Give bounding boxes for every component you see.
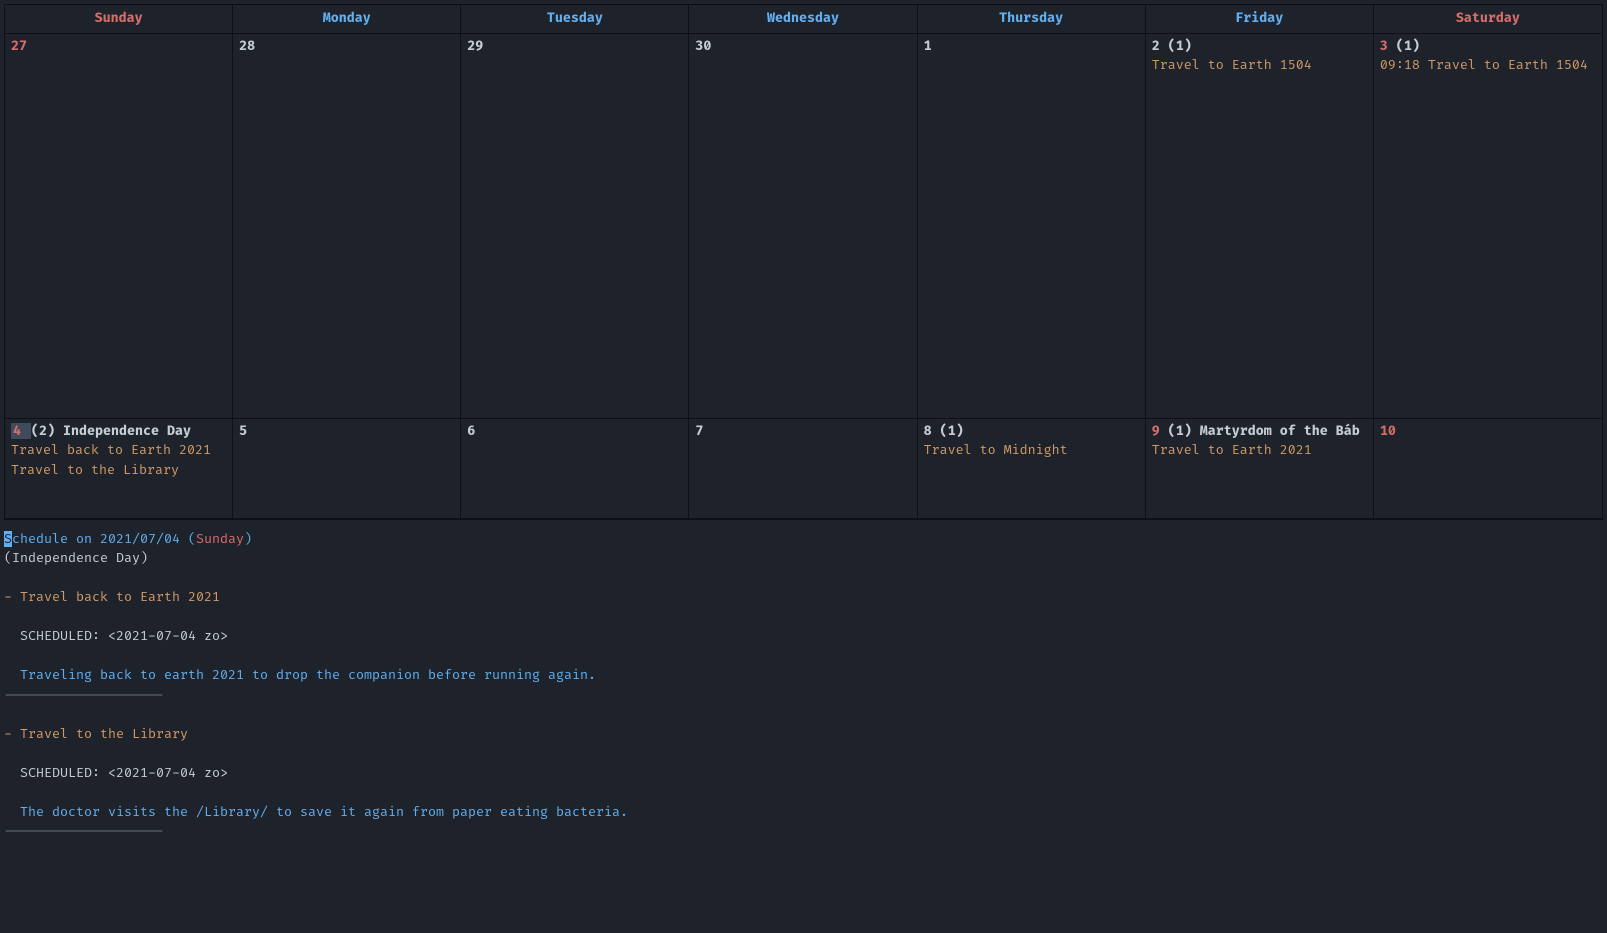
calendar-header-friday: Friday: [1146, 5, 1374, 33]
day-header-line: 2 (1): [1152, 37, 1367, 57]
calendar-header-sunday: Sunday: [5, 5, 233, 33]
calendar-header-saturday: Saturday: [1374, 5, 1602, 33]
day-header-line: 30: [695, 37, 910, 57]
calendar-day-cell[interactable]: 9 (1) Martyrdom of the BábTravel to Eart…: [1146, 419, 1374, 519]
calendar-header-wednesday: Wednesday: [689, 5, 917, 33]
event-count: (1): [940, 423, 964, 439]
calendar-day-cell[interactable]: 27: [5, 34, 233, 419]
schedule-item-scheduled: SCHEDULED: <2021-07-04 zo>: [4, 764, 1603, 784]
calendar-day-cell[interactable]: 7: [689, 419, 917, 519]
event-count: (2): [31, 423, 55, 439]
event-count: (1): [1396, 38, 1420, 54]
day-number: 8: [924, 423, 932, 439]
calendar-day-cell[interactable]: 5: [233, 419, 461, 519]
calendar-grid: SundayMondayTuesdayWednesdayThursdayFrid…: [4, 4, 1603, 520]
day-number: 28: [239, 38, 255, 54]
cursor: S: [4, 531, 12, 547]
day-header-line: 9 (1) Martyrdom of the Báb: [1152, 422, 1367, 442]
calendar-day-cell[interactable]: 28: [233, 34, 461, 419]
day-header-line: 3 (1): [1380, 37, 1596, 57]
calendar-day-cell[interactable]: 4 (2) Independence DayTravel back to Ear…: [5, 419, 233, 519]
calendar-day-cell[interactable]: 6: [461, 419, 689, 519]
day-header-line: 10: [1380, 422, 1596, 442]
event-count: (1): [1168, 38, 1192, 54]
holiday-label: Independence Day: [63, 423, 191, 439]
day-number: 27: [11, 38, 27, 54]
day-number: 1: [924, 38, 932, 54]
calendar-header-monday: Monday: [233, 5, 461, 33]
day-header-line: 4 (2) Independence Day: [11, 422, 226, 442]
schedule-panel: Schedule on 2021/07/04 (Sunday) (Indepen…: [0, 524, 1607, 848]
day-number: 29: [467, 38, 483, 54]
schedule-title: Schedule on 2021/07/04 (Sunday): [4, 530, 1603, 550]
calendar-header-tuesday: Tuesday: [461, 5, 689, 33]
day-number: 30: [695, 38, 711, 54]
day-header-line: 6: [467, 422, 682, 442]
calendar-event[interactable]: Travel to Earth 2021: [1152, 441, 1367, 461]
schedule-item-body: The doctor visits the /Library/ to save …: [4, 803, 1603, 823]
day-header-line: 7: [695, 422, 910, 442]
calendar-header-thursday: Thursday: [918, 5, 1146, 33]
calendar-event[interactable]: Travel back to Earth 2021: [11, 441, 226, 461]
day-header-line: 5: [239, 422, 454, 442]
calendar-row: 4 (2) Independence DayTravel back to Ear…: [5, 419, 1602, 519]
calendar-event[interactable]: Travel to Earth 1504: [1152, 56, 1367, 76]
day-number: 9: [1152, 423, 1160, 439]
day-header-line: 29: [467, 37, 682, 57]
calendar-event[interactable]: Travel to the Library: [11, 461, 226, 481]
day-header-line: 8 (1): [924, 422, 1139, 442]
holiday-label: Martyrdom of the Báb: [1200, 423, 1360, 439]
day-header-line: 28: [239, 37, 454, 57]
day-number: 10: [1380, 423, 1396, 439]
calendar-event[interactable]: Travel to Midnight: [924, 441, 1139, 461]
calendar-day-cell[interactable]: 2 (1)Travel to Earth 1504: [1146, 34, 1374, 419]
day-number: 6: [467, 423, 475, 439]
calendar-body: 2728293012 (1)Travel to Earth 15043 (1)0…: [5, 34, 1602, 519]
schedule-items: - Travel back to Earth 2021 SCHEDULED: <…: [4, 569, 1603, 842]
day-number: 2: [1152, 38, 1160, 54]
calendar-event[interactable]: 09:18 Travel to Earth 1504: [1380, 56, 1596, 76]
day-header-line: 27: [11, 37, 226, 57]
calendar-day-cell[interactable]: 30: [689, 34, 917, 419]
schedule-item-body: Traveling back to earth 2021 to drop the…: [4, 666, 1603, 686]
day-header-line: 1: [924, 37, 1139, 57]
calendar-row: 2728293012 (1)Travel to Earth 15043 (1)0…: [5, 34, 1602, 419]
calendar-day-cell[interactable]: 3 (1)09:18 Travel to Earth 1504: [1374, 34, 1602, 419]
calendar-day-cell[interactable]: 29: [461, 34, 689, 419]
schedule-item-title[interactable]: - Travel back to Earth 2021: [4, 588, 1603, 608]
schedule-item-title[interactable]: - Travel to the Library: [4, 725, 1603, 745]
calendar-day-cell[interactable]: 8 (1)Travel to Midnight: [918, 419, 1146, 519]
day-number: 4: [11, 423, 31, 439]
schedule-subtitle: (Independence Day): [4, 549, 1603, 569]
event-count: (1): [1168, 423, 1192, 439]
calendar-day-cell[interactable]: 1: [918, 34, 1146, 419]
schedule-divider: --------------------: [4, 686, 1603, 706]
day-number: 5: [239, 423, 247, 439]
calendar-header-row: SundayMondayTuesdayWednesdayThursdayFrid…: [5, 5, 1602, 34]
schedule-item-scheduled: SCHEDULED: <2021-07-04 zo>: [4, 627, 1603, 647]
schedule-divider: --------------------: [4, 822, 1603, 842]
calendar-day-cell[interactable]: 10: [1374, 419, 1602, 519]
day-number: 3: [1380, 38, 1388, 54]
day-number: 7: [695, 423, 703, 439]
